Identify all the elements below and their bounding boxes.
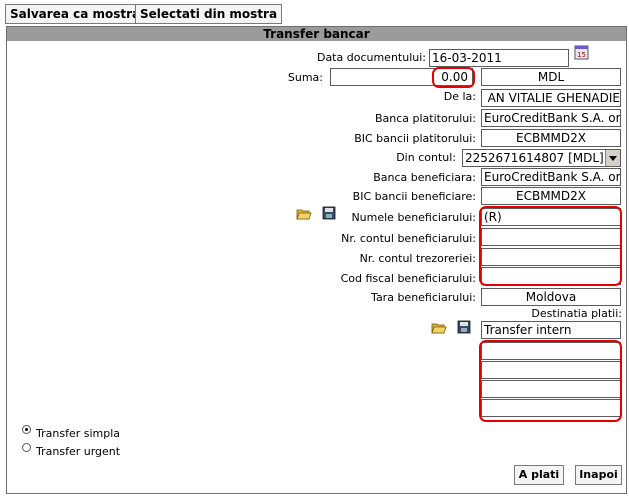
beneficiary-highlight	[479, 206, 622, 286]
payer-bank-field[interactable]: EuroCreditBank S.A. or.	[481, 109, 621, 127]
purpose-line-1[interactable]: Transfer intern	[481, 321, 621, 339]
svg-text:15: 15	[577, 51, 586, 59]
payer-bic-field[interactable]: ECBMMD2X	[481, 129, 621, 147]
currency-field[interactable]: MDL	[481, 68, 621, 86]
benef-bic-label: BIC bancii beneficiare:	[352, 190, 476, 203]
calendar-icon[interactable]: 15	[573, 44, 591, 62]
transfer-simple-radio[interactable]	[22, 425, 31, 434]
benef-bic-field[interactable]: ECBMMD2X	[481, 187, 621, 205]
sum-label: Suma:	[287, 71, 323, 84]
save-disk-icon[interactable]	[321, 206, 337, 220]
account-select[interactable]: 2252671614807 [MDL]	[462, 149, 621, 167]
payer-bank-label: Banca platitorului:	[374, 112, 476, 125]
benef-bank-label: Banca beneficiara:	[373, 171, 476, 184]
back-button[interactable]: Inapoi	[575, 465, 622, 485]
dropdown-arrow-icon[interactable]	[605, 150, 620, 166]
transfer-simple-label: Transfer simpla	[36, 427, 121, 440]
account-label: Din contul:	[396, 151, 456, 164]
open-folder-icon[interactable]	[296, 207, 312, 221]
date-field[interactable]: 16-03-2011	[429, 49, 569, 67]
treasury-label: Nr. contul trezoreriei:	[359, 252, 476, 265]
country-field[interactable]: Moldova	[481, 288, 621, 306]
purpose-highlight	[479, 340, 622, 422]
save-disk-icon[interactable]	[456, 320, 472, 334]
save-template-button[interactable]: Salvarea ca mostra	[5, 4, 146, 24]
benef-name-label: Numele beneficiarului:	[351, 211, 476, 224]
benef-bank-field[interactable]: EuroCreditBank S.A. or.	[481, 168, 621, 186]
from-label: De la:	[443, 90, 476, 103]
benef-account-label: Nr. contul beneficiarului:	[341, 232, 476, 245]
transfer-urgent-label: Transfer urgent	[36, 445, 121, 458]
fiscal-code-label: Cod fiscal beneficiarului:	[340, 272, 476, 285]
transfer-urgent-radio[interactable]	[22, 443, 31, 452]
date-label: Data documentului:	[316, 51, 426, 64]
country-label: Tara beneficiarului:	[371, 291, 476, 304]
open-folder-icon[interactable]	[431, 321, 447, 335]
sum-highlight	[432, 67, 475, 88]
panel-title: Transfer bancar	[7, 27, 626, 41]
from-field[interactable]: AN VITALIE GHENADIE	[481, 89, 621, 107]
select-template-button[interactable]: Selectati din mostra	[135, 4, 283, 24]
pay-button[interactable]: A plati	[514, 465, 564, 485]
purpose-label: Destinatia platii:	[531, 307, 622, 320]
payer-bic-label: BIC bancii platitorului:	[354, 132, 476, 145]
